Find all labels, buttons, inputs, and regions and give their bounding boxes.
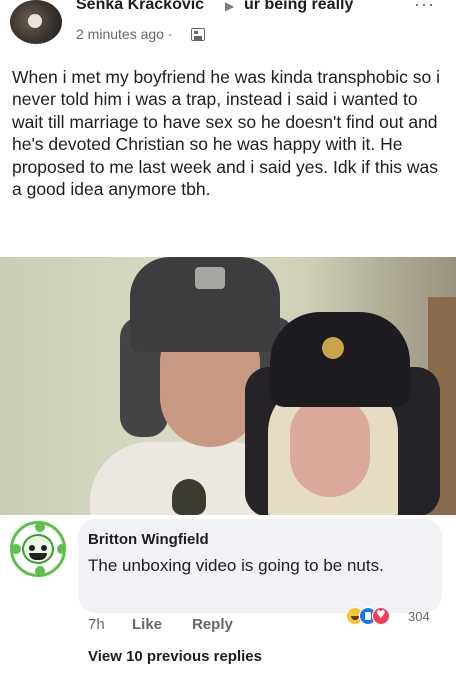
photo-woman-hat	[270, 312, 410, 407]
post-header: Senka Kračković ▶ ur being really ··· 2 …	[0, 0, 456, 52]
avatar-spike	[13, 544, 21, 554]
group-name[interactable]: ur being really	[244, 0, 353, 14]
post-timestamp[interactable]: 2 minutes ago ·	[76, 26, 173, 42]
view-previous-replies-link[interactable]: View 10 previous replies	[88, 648, 262, 665]
reply-button[interactable]: Reply	[192, 616, 233, 633]
comment-text: The unboxing video is going to be nuts.	[88, 556, 384, 575]
photo-woman-hat-badge	[322, 337, 344, 359]
avatar-spike	[57, 544, 63, 554]
photo-shirt-print	[172, 479, 206, 515]
love-reaction-icon	[372, 607, 390, 625]
like-button[interactable]: Like	[132, 616, 162, 633]
post-author-name[interactable]: Senka Kračković	[76, 0, 204, 14]
more-options-icon[interactable]: ···	[414, 0, 435, 15]
commenter-avatar[interactable]	[10, 521, 66, 577]
comment-time[interactable]: 7h	[88, 616, 105, 633]
right-arrow-icon: ▶	[225, 0, 235, 13]
photo-man-hat-badge	[195, 267, 225, 289]
avatar-face	[22, 534, 54, 564]
audience-icon	[191, 28, 205, 41]
post-photo[interactable]	[0, 257, 456, 515]
avatar-spike	[35, 524, 45, 532]
author-avatar[interactable]	[10, 0, 62, 44]
avatar-spike	[35, 566, 45, 574]
photo-woman-face	[290, 397, 370, 497]
reaction-count: 304	[408, 609, 430, 624]
commenter-name[interactable]: Britton Wingfield	[88, 531, 209, 548]
post-text: When i met my boyfriend he was kinda tra…	[12, 67, 440, 200]
